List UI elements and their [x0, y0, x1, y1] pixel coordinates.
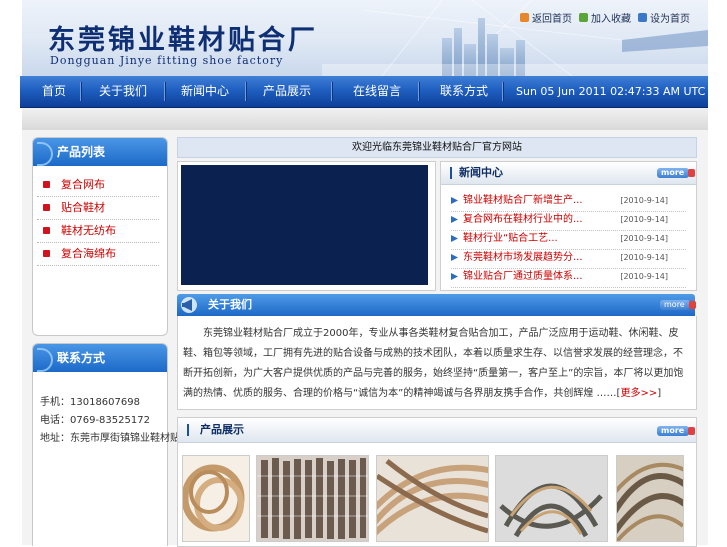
nav-divider: [80, 82, 82, 101]
news-title[interactable]: 鞋材行业“贴合工艺...: [463, 231, 558, 247]
about-us-text: 东莞锦业鞋材贴合厂成立于2000年，专业从事各类鞋材复合贴合加工，产品广泛应用于…: [183, 328, 684, 399]
product-image[interactable]: [182, 455, 250, 542]
contact-title-text: 联系方式: [57, 351, 106, 365]
nav-divider: [331, 82, 333, 101]
nav-contact[interactable]: 联系方式: [440, 76, 488, 107]
back-home-label: 返回首页: [532, 14, 572, 25]
news-title[interactable]: 锦业鞋材贴合厂新增生产...: [463, 193, 583, 209]
arrow-icon: [451, 216, 458, 223]
news-date: [2010-9-14]: [620, 272, 668, 281]
flash-banner-placeholder: [181, 165, 428, 285]
bullet-icon: [43, 204, 50, 211]
products-more-button[interactable]: more: [657, 426, 696, 436]
product-list-title: 产品列表: [33, 138, 167, 166]
news-title[interactable]: 东莞鞋材市场发展趋势分...: [463, 250, 583, 266]
news-date: [2010-9-14]: [620, 253, 668, 262]
news-title[interactable]: 复合网布在鞋材行业中的...: [463, 212, 583, 228]
about-read-more-link[interactable]: 更多>>: [620, 388, 657, 399]
site-header: 东莞锦业鞋材贴合厂 Dongguan Jinye fitting shoe fa…: [22, 0, 708, 76]
product-category-label: 鞋材无纺布: [61, 224, 116, 237]
home-icon: [520, 13, 529, 22]
news-item[interactable]: 锦业贴合厂通过质量体系... [2010-9-14]: [451, 269, 686, 288]
product-list-title-text: 产品列表: [57, 145, 106, 159]
contact-title: 联系方式: [33, 344, 167, 372]
about-us-title: 关于我们: [208, 298, 252, 311]
product-image[interactable]: [495, 455, 608, 542]
arrow-icon: [451, 254, 458, 261]
contact-box: 联系方式 手机：13018607698 电话：0769-83525172 地址：…: [32, 343, 200, 546]
news-more-button[interactable]: more: [657, 168, 696, 178]
news-center-box: 新闻中心 more 锦业鞋材贴合厂新增生产... [2010-9-14] 复合网布…: [440, 161, 697, 291]
nav-divider: [245, 82, 247, 101]
header-bar-icon: [187, 424, 189, 436]
back-home-link[interactable]: 返回首页: [520, 10, 572, 25]
product-category-label: 复合网布: [61, 178, 105, 191]
bullet-icon: [43, 227, 50, 234]
nav-news[interactable]: 新闻中心: [181, 76, 229, 107]
product-list-box: 产品列表 复合网布 贴合鞋材 鞋材无纺布 复合海绵布: [32, 137, 168, 336]
news-center-header: 新闻中心 more: [441, 162, 696, 185]
news-date: [2010-9-14]: [620, 215, 668, 224]
set-home-icon: [638, 13, 647, 22]
nav-divider: [502, 82, 504, 101]
product-category-label: 贴合鞋材: [61, 201, 105, 214]
welcome-banner: 欢迎光临东莞锦业鞋材贴合厂官方网站: [177, 137, 697, 158]
set-homepage-link[interactable]: 设为首页: [638, 10, 690, 25]
date-time-clock: Sun 05 Jun 2011 02:47:33 AM UTC 星期日: [516, 85, 727, 98]
set-homepage-label: 设为首页: [650, 14, 690, 25]
contact-mobile: 手机：13018607698: [40, 397, 140, 408]
bullet-icon: [43, 250, 50, 257]
product-showcase-header: 产品展示 more: [178, 418, 696, 443]
megaphone-icon: [181, 297, 197, 313]
news-item[interactable]: 复合网布在鞋材行业中的... [2010-9-14]: [451, 212, 686, 231]
product-image[interactable]: [256, 455, 369, 542]
news-item[interactable]: 东莞鞋材市场发展趋势分... [2010-9-14]: [451, 250, 686, 269]
contact-address: 地址：东莞市厚街镇锦业鞋材贴合厂: [40, 433, 200, 444]
about-more-button[interactable]: more: [660, 300, 696, 310]
arrow-icon: [451, 235, 458, 242]
bullet-icon: [43, 181, 50, 188]
news-date: [2010-9-14]: [620, 196, 668, 205]
news-date: [2010-9-14]: [620, 234, 668, 243]
about-us-header: 关于我们 more: [177, 294, 696, 316]
add-favorite-label: 加入收藏: [591, 14, 631, 25]
product-showcase-title: 产品展示: [200, 423, 244, 436]
logo-english-name: Dongguan Jinye fitting shoe factory: [50, 54, 284, 67]
bookmark-icon: [579, 13, 588, 22]
product-category-label: 复合海绵布: [61, 247, 116, 260]
news-center-title: 新闻中心: [459, 166, 503, 179]
nav-message[interactable]: 在线留言: [353, 76, 401, 107]
swirl-icon: [37, 142, 53, 166]
arrow-icon: [451, 197, 458, 204]
news-item[interactable]: 鞋材行业“贴合工艺... [2010-9-14]: [451, 231, 686, 250]
logo-chinese-name: 东莞锦业鞋材贴合厂: [48, 25, 318, 56]
add-favorite-link[interactable]: 加入收藏: [579, 10, 631, 25]
main-navigation: 首页 关于我们 新闻中心 产品展示 在线留言 联系方式 Sun 05 Jun 2…: [20, 76, 727, 108]
arrow-icon: [451, 273, 458, 280]
nav-home[interactable]: 首页: [42, 76, 66, 107]
news-title[interactable]: 锦业贴合厂通过质量体系...: [463, 269, 583, 285]
contact-phone: 电话：0769-83525172: [40, 415, 150, 426]
nav-about[interactable]: 关于我们: [99, 76, 147, 107]
news-item[interactable]: 锦业鞋材贴合厂新增生产... [2010-9-14]: [451, 193, 686, 212]
nav-divider: [418, 82, 420, 101]
about-us-paragraph: 东莞锦业鞋材贴合厂成立于2000年，专业从事各类鞋材复合贴合加工，产品广泛应用于…: [183, 328, 684, 399]
nav-products[interactable]: 产品展示: [263, 76, 311, 107]
product-category-item[interactable]: 复合网布: [37, 174, 159, 197]
product-category-item[interactable]: 复合海绵布: [37, 243, 159, 266]
product-image[interactable]: [376, 455, 489, 542]
swirl-icon: [37, 348, 53, 372]
product-category-item[interactable]: 贴合鞋材: [37, 197, 159, 220]
product-category-item[interactable]: 鞋材无纺布: [37, 220, 159, 243]
header-bar-icon: [450, 167, 452, 179]
product-image[interactable]: [616, 455, 684, 542]
gray-band: [22, 108, 708, 130]
nav-divider: [164, 82, 166, 101]
